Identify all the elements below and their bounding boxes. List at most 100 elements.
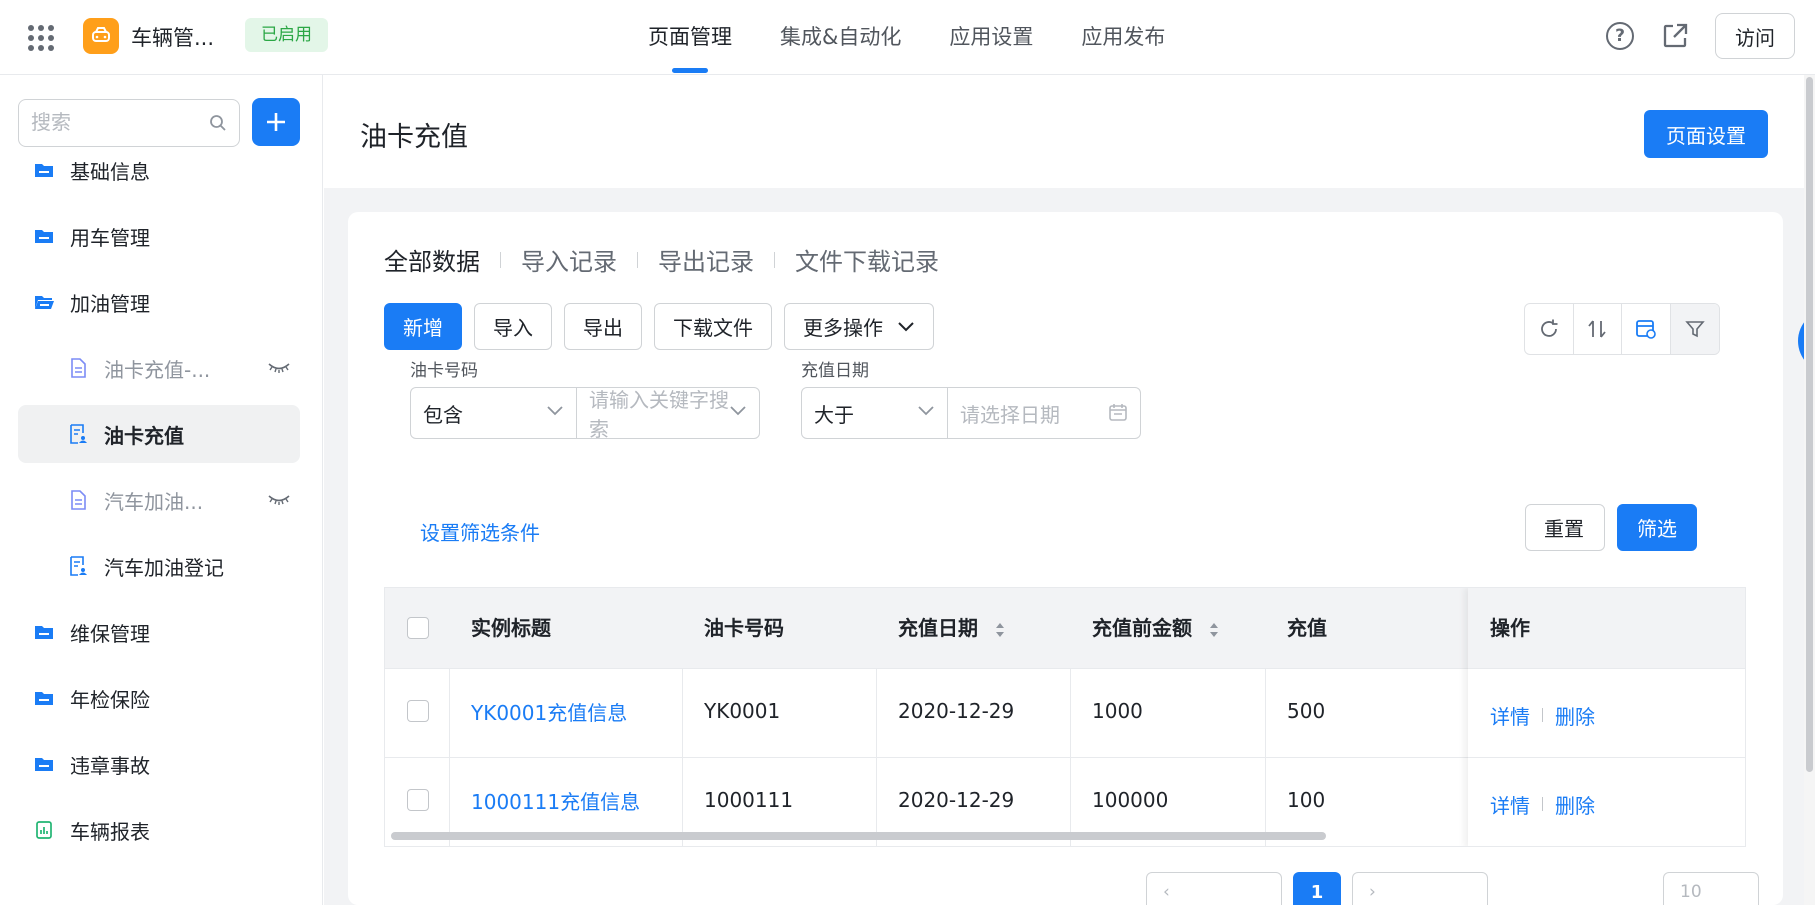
open-external-icon[interactable] <box>1661 22 1689 50</box>
delete-link[interactable]: 删除 <box>1555 701 1595 730</box>
filter-button[interactable]: 筛选 <box>1617 504 1697 551</box>
column-settings-icon[interactable] <box>1622 304 1671 354</box>
table-tools <box>1524 303 1720 355</box>
download-file-button[interactable]: 下载文件 <box>654 303 772 350</box>
sidebar-item-fuel-card-topup[interactable]: 油卡充值 <box>18 405 300 463</box>
column-header-balance-before[interactable]: 充值前金额 <box>1092 588 1219 668</box>
add-button[interactable]: 新增 <box>384 303 462 350</box>
column-header-title: 实例标题 <box>471 616 551 640</box>
eye-closed-icon[interactable] <box>268 493 290 507</box>
detail-link[interactable]: 详情 <box>1490 701 1530 730</box>
filter-operator-value: 包含 <box>423 402 463 427</box>
row-checkbox[interactable] <box>407 700 429 722</box>
tab-app-settings[interactable]: 应用设置 <box>949 0 1033 75</box>
folder-open-icon <box>34 292 54 312</box>
app-name[interactable]: 车辆管... <box>131 22 214 52</box>
tab-app-publish[interactable]: 应用发布 <box>1081 0 1165 75</box>
sidebar-item-fuel-management[interactable]: 加油管理 <box>18 273 300 331</box>
folder-icon <box>34 754 54 774</box>
page-settings-button[interactable]: 页面设置 <box>1644 110 1768 158</box>
sort-arrows-icon[interactable] <box>1209 621 1219 639</box>
tab-integration-automation[interactable]: 集成&自动化 <box>780 0 901 75</box>
detail-link[interactable]: 详情 <box>1490 790 1530 819</box>
refresh-icon[interactable] <box>1525 304 1574 354</box>
sidebar-item-label: 汽车加油登记 <box>104 555 224 580</box>
sidebar-item-car-refuel-hidden[interactable]: 汽车加油... <box>18 471 300 529</box>
delete-link[interactable]: 删除 <box>1555 790 1595 819</box>
sidebar-item-car-refuel-register[interactable]: 汽车加油登记 <box>18 537 300 595</box>
tab-page-management[interactable]: 页面管理 <box>648 0 732 75</box>
filter-icon[interactable] <box>1670 304 1719 354</box>
data-card: 全部数据 导入记录 导出记录 文件下载记录 新增 导入 导出 下载文件 更多操作 <box>348 212 1783 905</box>
page-size-select[interactable]: 10 <box>1663 872 1759 905</box>
row-title-link[interactable]: YK0001充值信息 <box>471 669 627 758</box>
sidebar-item-basic-info[interactable]: 基础信息 <box>18 141 300 199</box>
filter-keyword-input[interactable]: 请输入关键字搜索 <box>577 388 759 441</box>
sidebar-item-maintenance[interactable]: 维保管理 <box>18 603 300 661</box>
sidebar-item-vehicle-reports[interactable]: 车辆报表 <box>18 801 300 859</box>
cell-topup-amount: 500 <box>1287 699 1326 723</box>
chevron-down-icon <box>730 406 746 416</box>
set-filter-conditions-link[interactable]: 设置筛选条件 <box>420 517 540 546</box>
report-icon <box>34 820 54 840</box>
operations-column: 操作 详情 删除 详情 删除 <box>1468 588 1745 846</box>
sidebar-item-inspection-insurance[interactable]: 年检保险 <box>18 669 300 727</box>
page-icon <box>68 490 88 510</box>
sidebar-item-label: 油卡充值 <box>104 423 184 448</box>
column-header-topup-amount: 充值 <box>1287 616 1327 640</box>
page-icon <box>68 358 88 378</box>
filter-date-input[interactable]: 请选择日期 <box>948 388 1140 438</box>
export-button[interactable]: 导出 <box>564 303 642 350</box>
sidebar-item-vehicle-use[interactable]: 用车管理 <box>18 207 300 265</box>
search-input[interactable] <box>31 111 191 135</box>
data-tabs: 全部数据 导入记录 导出记录 文件下载记录 <box>384 242 939 277</box>
help-icon[interactable]: ? <box>1606 22 1634 50</box>
select-all-checkbox[interactable] <box>407 617 429 639</box>
sidebar-item-label: 油卡充值-... <box>104 357 211 382</box>
more-actions-label: 更多操作 <box>803 318 883 340</box>
data-table: 实例标题 油卡号码 充值日期 充值前金额 充值 YK0001充值信息 YK000… <box>384 587 1746 847</box>
tab-export-records[interactable]: 导出记录 <box>658 242 754 277</box>
main-vertical-scrollbar[interactable] <box>1804 75 1815 905</box>
sidebar-item-violations-accidents[interactable]: 违章事故 <box>18 735 300 793</box>
prev-page-button[interactable]: ‹ <box>1146 872 1282 905</box>
sort-icon[interactable] <box>1574 304 1622 354</box>
plus-icon <box>267 113 285 131</box>
add-page-button[interactable] <box>252 98 300 146</box>
filter-operator-select[interactable]: 大于 <box>802 388 948 438</box>
filter-keyword-placeholder: 请输入关键字搜索 <box>589 388 729 441</box>
top-nav: 页面管理 集成&自动化 应用设置 应用发布 <box>648 0 1213 75</box>
sidebar-item-label: 用车管理 <box>70 225 150 250</box>
app-grid-icon[interactable] <box>28 25 54 51</box>
column-header-card-no: 油卡号码 <box>704 616 784 640</box>
reset-button[interactable]: 重置 <box>1525 504 1605 551</box>
sidebar-item-fuel-card-topup-hidden[interactable]: 油卡充值-... <box>18 339 300 397</box>
page-title: 油卡充值 <box>360 122 468 153</box>
filter-operator-select[interactable]: 包含 <box>411 388 577 438</box>
table-horizontal-scrollbar[interactable] <box>391 832 1326 840</box>
sidebar-search[interactable] <box>18 99 240 147</box>
import-button[interactable]: 导入 <box>474 303 552 350</box>
next-page-button[interactable]: › <box>1352 872 1488 905</box>
tab-import-records[interactable]: 导入记录 <box>521 242 617 277</box>
sidebar-item-label: 年检保险 <box>70 687 150 712</box>
chevron-down-icon <box>898 321 914 331</box>
filter-date-placeholder: 请选择日期 <box>960 402 1060 427</box>
tab-all-data[interactable]: 全部数据 <box>384 242 480 277</box>
column-header-operations: 操作 <box>1468 588 1745 668</box>
filter-label-topup-date: 充值日期 <box>801 361 869 381</box>
tab-file-download-records[interactable]: 文件下载记录 <box>795 242 939 277</box>
sort-arrows-icon[interactable] <box>995 621 1005 639</box>
pagination: ‹ 1 › 10 <box>348 872 1783 905</box>
folder-icon <box>34 622 54 642</box>
eye-closed-icon[interactable] <box>268 361 290 375</box>
column-header-date[interactable]: 充值日期 <box>898 588 1005 668</box>
more-actions-button[interactable]: 更多操作 <box>784 303 934 350</box>
current-page[interactable]: 1 <box>1293 872 1341 905</box>
column-header-date-label: 充值日期 <box>898 616 978 640</box>
top-bar: 车辆管... 已启用 页面管理 集成&自动化 应用设置 应用发布 ? 访问 <box>0 0 1815 75</box>
row-checkbox[interactable] <box>407 789 429 811</box>
sidebar-item-label: 汽车加油... <box>104 489 204 514</box>
visit-button[interactable]: 访问 <box>1715 13 1795 59</box>
sidebar-item-label: 违章事故 <box>70 753 150 778</box>
